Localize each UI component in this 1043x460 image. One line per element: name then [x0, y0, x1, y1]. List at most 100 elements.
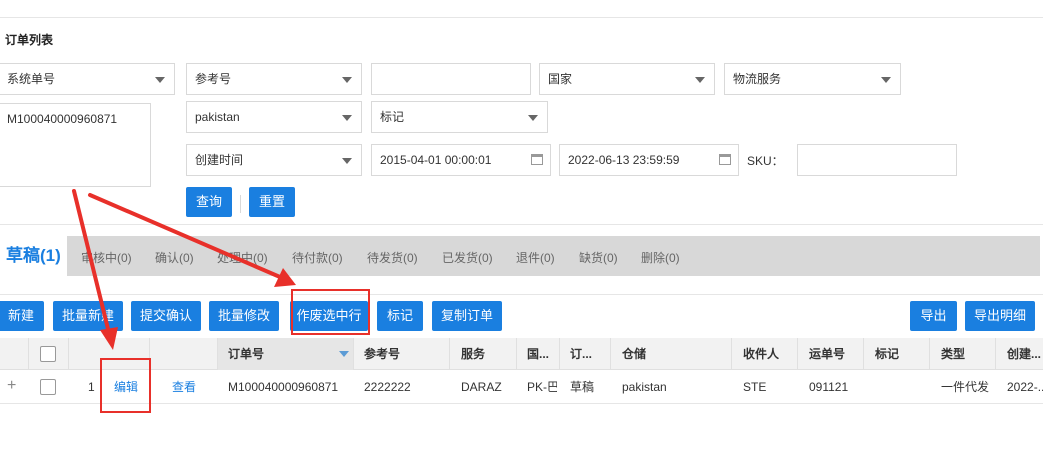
export-button[interactable]: 导出 — [910, 301, 957, 331]
annotation-box-edit-link — [100, 358, 151, 413]
header-ref-no[interactable]: 参考号 — [364, 338, 444, 370]
select-all-checkbox[interactable] — [40, 346, 56, 362]
header-warehouse[interactable]: 仓储 — [622, 338, 722, 370]
export-detail-button[interactable]: 导出明细 — [965, 301, 1035, 331]
time-type-value: 创建时间 — [195, 153, 244, 167]
header-order-status[interactable]: 订... — [570, 338, 608, 370]
submit-confirm-button[interactable]: 提交确认 — [131, 301, 201, 331]
batch-new-button[interactable]: 批量新建 — [53, 301, 123, 331]
warehouse-value: pakistan — [195, 110, 240, 124]
chevron-down-icon — [342, 115, 352, 121]
column-divider — [929, 338, 930, 370]
end-time-value: 2022-06-13 23:59:59 — [568, 153, 680, 167]
header-country[interactable]: 国... — [527, 338, 557, 370]
country-value: 国家 — [548, 72, 573, 86]
header-order-no[interactable]: 订单号 — [228, 338, 328, 370]
section-divider — [0, 224, 1043, 225]
cell-warehouse: pakistan — [622, 380, 667, 394]
annotation-box-void-button — [291, 289, 370, 335]
column-divider — [559, 338, 560, 370]
column-divider — [217, 338, 218, 370]
tab-pending-payment[interactable]: 待付款(0) — [292, 249, 343, 266]
cell-ref-no: 2222222 — [364, 380, 411, 394]
mark-value: 标记 — [380, 110, 405, 124]
header-receiver[interactable]: 收件人 — [743, 338, 793, 370]
logistics-select[interactable]: 物流服务 — [724, 63, 901, 95]
header-service[interactable]: 服务 — [461, 338, 511, 370]
cell-order-no: M100040000960871 — [228, 380, 339, 394]
header-created[interactable]: 创建... — [1007, 338, 1043, 370]
toolbar-divider — [0, 294, 1043, 295]
tab-out-of-stock[interactable]: 缺货(0) — [579, 249, 618, 266]
tab-shipped[interactable]: 已发货(0) — [442, 249, 493, 266]
column-divider — [731, 338, 732, 370]
header-mark[interactable]: 标记 — [875, 338, 925, 370]
time-type-select[interactable]: 创建时间 — [186, 144, 362, 176]
start-time-value: 2015-04-01 00:00:01 — [380, 153, 492, 167]
column-divider — [797, 338, 798, 370]
row-view-link[interactable]: 查看 — [172, 371, 202, 403]
page-title: 订单列表 — [5, 33, 54, 47]
warehouse-select[interactable]: pakistan — [186, 101, 362, 133]
calendar-icon — [719, 154, 731, 165]
column-divider — [995, 338, 996, 370]
order-numbers-textarea[interactable]: M100040000960871 — [0, 103, 151, 187]
ref-value-input[interactable] — [371, 63, 531, 95]
cell-tracking-no: 091121 — [809, 380, 849, 394]
tab-deleted[interactable]: 删除(0) — [641, 249, 680, 266]
order-type-select[interactable]: 系统单号 — [0, 63, 175, 95]
header-type[interactable]: 类型 — [941, 338, 991, 370]
chevron-down-icon — [528, 115, 538, 121]
order-type-value: 系统单号 — [7, 72, 56, 86]
new-order-button[interactable]: 新建 — [0, 301, 44, 331]
header-tracking-no[interactable]: 运单号 — [809, 338, 859, 370]
cell-mark — [875, 371, 925, 403]
sort-down-icon[interactable] — [339, 351, 349, 357]
column-divider — [28, 338, 29, 370]
start-time-input[interactable]: 2015-04-01 00:00:01 — [371, 144, 551, 176]
cell-country: PK-巴... — [527, 380, 557, 394]
column-divider — [516, 338, 517, 370]
order-numbers-value: M100040000960871 — [7, 112, 118, 126]
tab-reviewing[interactable]: 审核中(0) — [81, 249, 132, 266]
column-divider — [353, 338, 354, 370]
row-checkbox[interactable] — [40, 379, 56, 395]
button-divider — [240, 195, 241, 213]
chevron-down-icon — [881, 77, 891, 83]
batch-edit-button[interactable]: 批量修改 — [209, 301, 279, 331]
sku-label: SKU： — [747, 154, 784, 168]
expand-plus-icon[interactable]: + — [7, 376, 16, 396]
reset-button[interactable]: 重置 — [249, 187, 295, 217]
calendar-icon — [531, 154, 543, 165]
search-button[interactable]: 查询 — [186, 187, 232, 217]
mark-button[interactable]: 标记 — [377, 301, 423, 331]
chevron-down-icon — [155, 77, 165, 83]
ref-type-value: 参考号 — [195, 72, 232, 86]
top-divider — [0, 17, 1043, 18]
copy-order-button[interactable]: 复制订单 — [432, 301, 502, 331]
tab-draft[interactable]: 草稿(1) — [0, 236, 67, 278]
tab-pending-shipment[interactable]: 待发货(0) — [367, 249, 418, 266]
country-select[interactable]: 国家 — [539, 63, 715, 95]
cell-type: 一件代发 — [941, 380, 990, 394]
column-divider — [68, 338, 69, 370]
ref-type-select[interactable]: 参考号 — [186, 63, 362, 95]
tab-confirmed[interactable]: 确认(0) — [155, 249, 194, 266]
column-divider — [863, 338, 864, 370]
chevron-down-icon — [342, 77, 352, 83]
logistics-value: 物流服务 — [733, 72, 782, 86]
cell-service: DARAZ — [461, 380, 502, 394]
column-divider — [610, 338, 611, 370]
tab-returned[interactable]: 退件(0) — [516, 249, 555, 266]
cell-order-status: 草稿 — [570, 380, 595, 394]
chevron-down-icon — [695, 77, 705, 83]
sku-input[interactable] — [797, 144, 957, 176]
column-divider — [449, 338, 450, 370]
row-index: 1 — [88, 380, 95, 394]
end-time-input[interactable]: 2022-06-13 23:59:59 — [559, 144, 739, 176]
tab-processing[interactable]: 处理中(0) — [217, 249, 268, 266]
mark-select[interactable]: 标记 — [371, 101, 548, 133]
cell-receiver: STE — [743, 380, 767, 394]
chevron-down-icon — [342, 158, 352, 164]
cell-created: 2022-... — [1007, 380, 1043, 394]
